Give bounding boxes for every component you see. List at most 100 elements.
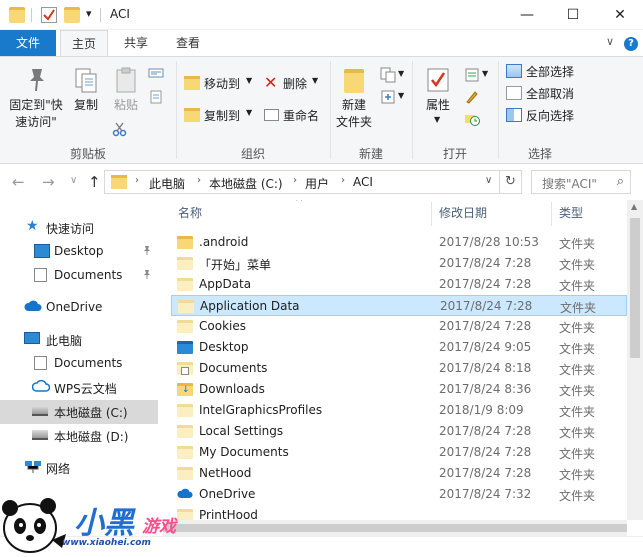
column-header-date[interactable]: 修改日期 [439, 200, 549, 226]
search-input[interactable]: 搜索"ACI" ⌕ [531, 170, 631, 194]
properties-button[interactable]: 属性 ▼ [420, 67, 456, 133]
breadcrumb-aci[interactable]: ACI [353, 175, 373, 189]
file-date: 2017/8/24 9:05 [439, 340, 532, 354]
table-row[interactable]: AppData 2017/8/24 7:28 文件夹 [171, 274, 627, 295]
copy-to-button[interactable]: 复制到 ▼ [184, 107, 254, 127]
column-divider[interactable] [431, 202, 432, 226]
table-row[interactable]: Application Data 2017/8/24 7:28 文件夹 [171, 295, 627, 316]
breadcrumb-chevron-icon[interactable]: › [197, 175, 201, 186]
edit-icon[interactable] [464, 89, 480, 105]
copy-path-icon[interactable] [148, 89, 164, 105]
forward-button[interactable]: → [42, 173, 55, 191]
new-folder-quick-icon[interactable] [64, 7, 80, 23]
delete-button[interactable]: ✕ 删除 ▼ [264, 73, 324, 95]
cut-icon[interactable] [148, 67, 164, 83]
close-button[interactable]: ✕ [597, 0, 643, 30]
search-icon[interactable]: ⌕ [617, 174, 624, 189]
select-none-button[interactable]: 全部取消 [506, 85, 596, 105]
properties-label: 属性 [425, 98, 450, 112]
refresh-button[interactable]: ↻ [500, 170, 522, 194]
address-dropdown-icon[interactable]: ∨ [485, 175, 492, 186]
ribbon: 固定到"快 速访问" 复制 粘贴 剪贴板 移动到 ▼ ✕ 删除 ▼ 复制到 ▼ [0, 56, 643, 164]
help-icon[interactable]: ? [624, 37, 638, 51]
nav-item-drive-c[interactable]: 本地磁盘 (C:) [0, 400, 158, 424]
recent-locations-button[interactable]: ∨ [70, 175, 77, 186]
table-row[interactable]: Cookies 2017/8/24 7:28 文件夹 [171, 316, 627, 337]
nav-label: Desktop [54, 244, 104, 258]
new-folder-button[interactable]: 新建 文件夹 [334, 67, 374, 133]
scroll-up-arrow-icon[interactable]: ▲ [631, 202, 637, 211]
copy-button[interactable]: 复制 [70, 67, 102, 123]
tab-home[interactable]: 主页 [60, 30, 108, 56]
breadcrumb-users[interactable]: 用户 [305, 175, 329, 192]
open-icon[interactable] [464, 67, 480, 83]
collapse-ribbon-icon[interactable]: ∨ [606, 35, 614, 48]
quick-access-dropdown[interactable]: ▾ [86, 7, 92, 20]
breadcrumb-chevron-icon[interactable]: › [135, 175, 139, 186]
minimize-button[interactable]: — [504, 0, 550, 30]
horizontal-scroll-thumb[interactable] [163, 524, 627, 532]
table-row[interactable]: Documents 2017/8/24 8:18 文件夹 [171, 358, 627, 379]
file-type: 文件夹 [559, 279, 596, 293]
nav-item-this-pc[interactable]: 此电脑 [0, 328, 158, 352]
breadcrumb-chevron-icon[interactable]: › [293, 175, 297, 186]
table-row[interactable]: OneDrive 2017/8/24 7:32 文件夹 [171, 484, 627, 505]
table-row[interactable]: IntelGraphicsProfiles 2018/1/9 8:09 文件夹 [171, 400, 627, 421]
nav-item-network[interactable]: 网络 [0, 456, 158, 480]
move-to-button[interactable]: 移动到 ▼ [184, 75, 254, 95]
navigation-bar: ← → ∨ ↑ › 此电脑 › 本地磁盘 (C:) › 用户 › ACI ∨ ↻… [0, 164, 643, 200]
table-row[interactable]: Desktop 2017/8/24 9:05 文件夹 [171, 337, 627, 358]
open-dropdown-icon[interactable]: ▼ [482, 69, 488, 78]
up-button[interactable]: ↑ [88, 173, 101, 191]
column-header-type[interactable]: 类型 [559, 200, 619, 226]
tab-view[interactable]: 查看 [164, 30, 212, 56]
file-name: Application Data [200, 299, 300, 313]
table-row[interactable]: 「开始」菜单 2017/8/24 7:28 文件夹 [171, 253, 627, 274]
easy-access-icon[interactable] [380, 89, 396, 105]
address-bar[interactable]: › 此电脑 › 本地磁盘 (C:) › 用户 › ACI ∨ [104, 170, 500, 194]
nav-item-quick-access[interactable]: ★ 快速访问 [0, 216, 158, 240]
breadcrumb-drive-c[interactable]: 本地磁盘 (C:) [209, 175, 283, 192]
select-all-button[interactable]: 全部选择 [506, 63, 596, 83]
table-row[interactable]: ↓ Downloads 2017/8/24 8:36 文件夹 [171, 379, 627, 400]
tab-share[interactable]: 共享 [112, 30, 160, 56]
vertical-scrollbar[interactable]: ▲ [627, 200, 643, 520]
copy-to-label: 复制到 [204, 109, 241, 123]
pin-icon[interactable] [142, 245, 152, 258]
maximize-button[interactable]: ☐ [550, 0, 596, 30]
vertical-scroll-thumb[interactable] [630, 218, 640, 358]
table-row[interactable]: .android 2017/8/28 10:53 文件夹 [171, 232, 627, 253]
nav-item-desktop[interactable]: Desktop [0, 240, 158, 264]
properties-check-icon[interactable] [41, 7, 57, 23]
nav-item-pc-documents[interactable]: Documents [0, 352, 158, 376]
pin-quick-access-button[interactable]: 固定到"快 速访问" [4, 67, 68, 133]
table-row[interactable]: NetHood 2017/8/24 7:28 文件夹 [171, 463, 627, 484]
breadcrumb-this-pc[interactable]: 此电脑 [149, 175, 185, 192]
history-icon[interactable] [464, 111, 480, 127]
file-type: 文件夹 [559, 405, 596, 419]
rename-button[interactable]: 重命名 [264, 107, 324, 127]
table-row[interactable]: PrintHood [171, 505, 627, 520]
folder-icon: ↓ [177, 383, 193, 396]
tab-file[interactable]: 文件 [0, 30, 56, 56]
folder-icon [177, 257, 193, 270]
table-row[interactable]: My Documents 2017/8/24 7:28 文件夹 [171, 442, 627, 463]
new-item-dropdown-icon[interactable]: ▼ [398, 69, 404, 78]
paste-button[interactable]: 粘贴 [110, 67, 142, 123]
column-divider[interactable] [551, 202, 552, 226]
nav-item-documents[interactable]: Documents [0, 264, 158, 288]
nav-item-onedrive[interactable]: OneDrive [0, 296, 158, 320]
pin-icon[interactable] [142, 269, 152, 282]
nav-item-wps[interactable]: WPS云文档 [0, 376, 158, 400]
back-button[interactable]: ← [12, 173, 25, 191]
breadcrumb-chevron-icon[interactable]: › [341, 175, 345, 186]
scissors-icon[interactable] [112, 121, 128, 137]
nav-item-drive-d[interactable]: 本地磁盘 (D:) [0, 424, 158, 448]
horizontal-scrollbar[interactable] [163, 520, 627, 536]
easy-access-dropdown-icon[interactable]: ▼ [398, 91, 404, 100]
table-row[interactable]: Local Settings 2017/8/24 7:28 文件夹 [171, 421, 627, 442]
window-title: ACI [110, 7, 130, 21]
column-header-name[interactable]: 名称 [178, 200, 428, 226]
invert-selection-button[interactable]: 反向选择 [506, 107, 596, 127]
new-item-icon[interactable] [380, 67, 396, 83]
